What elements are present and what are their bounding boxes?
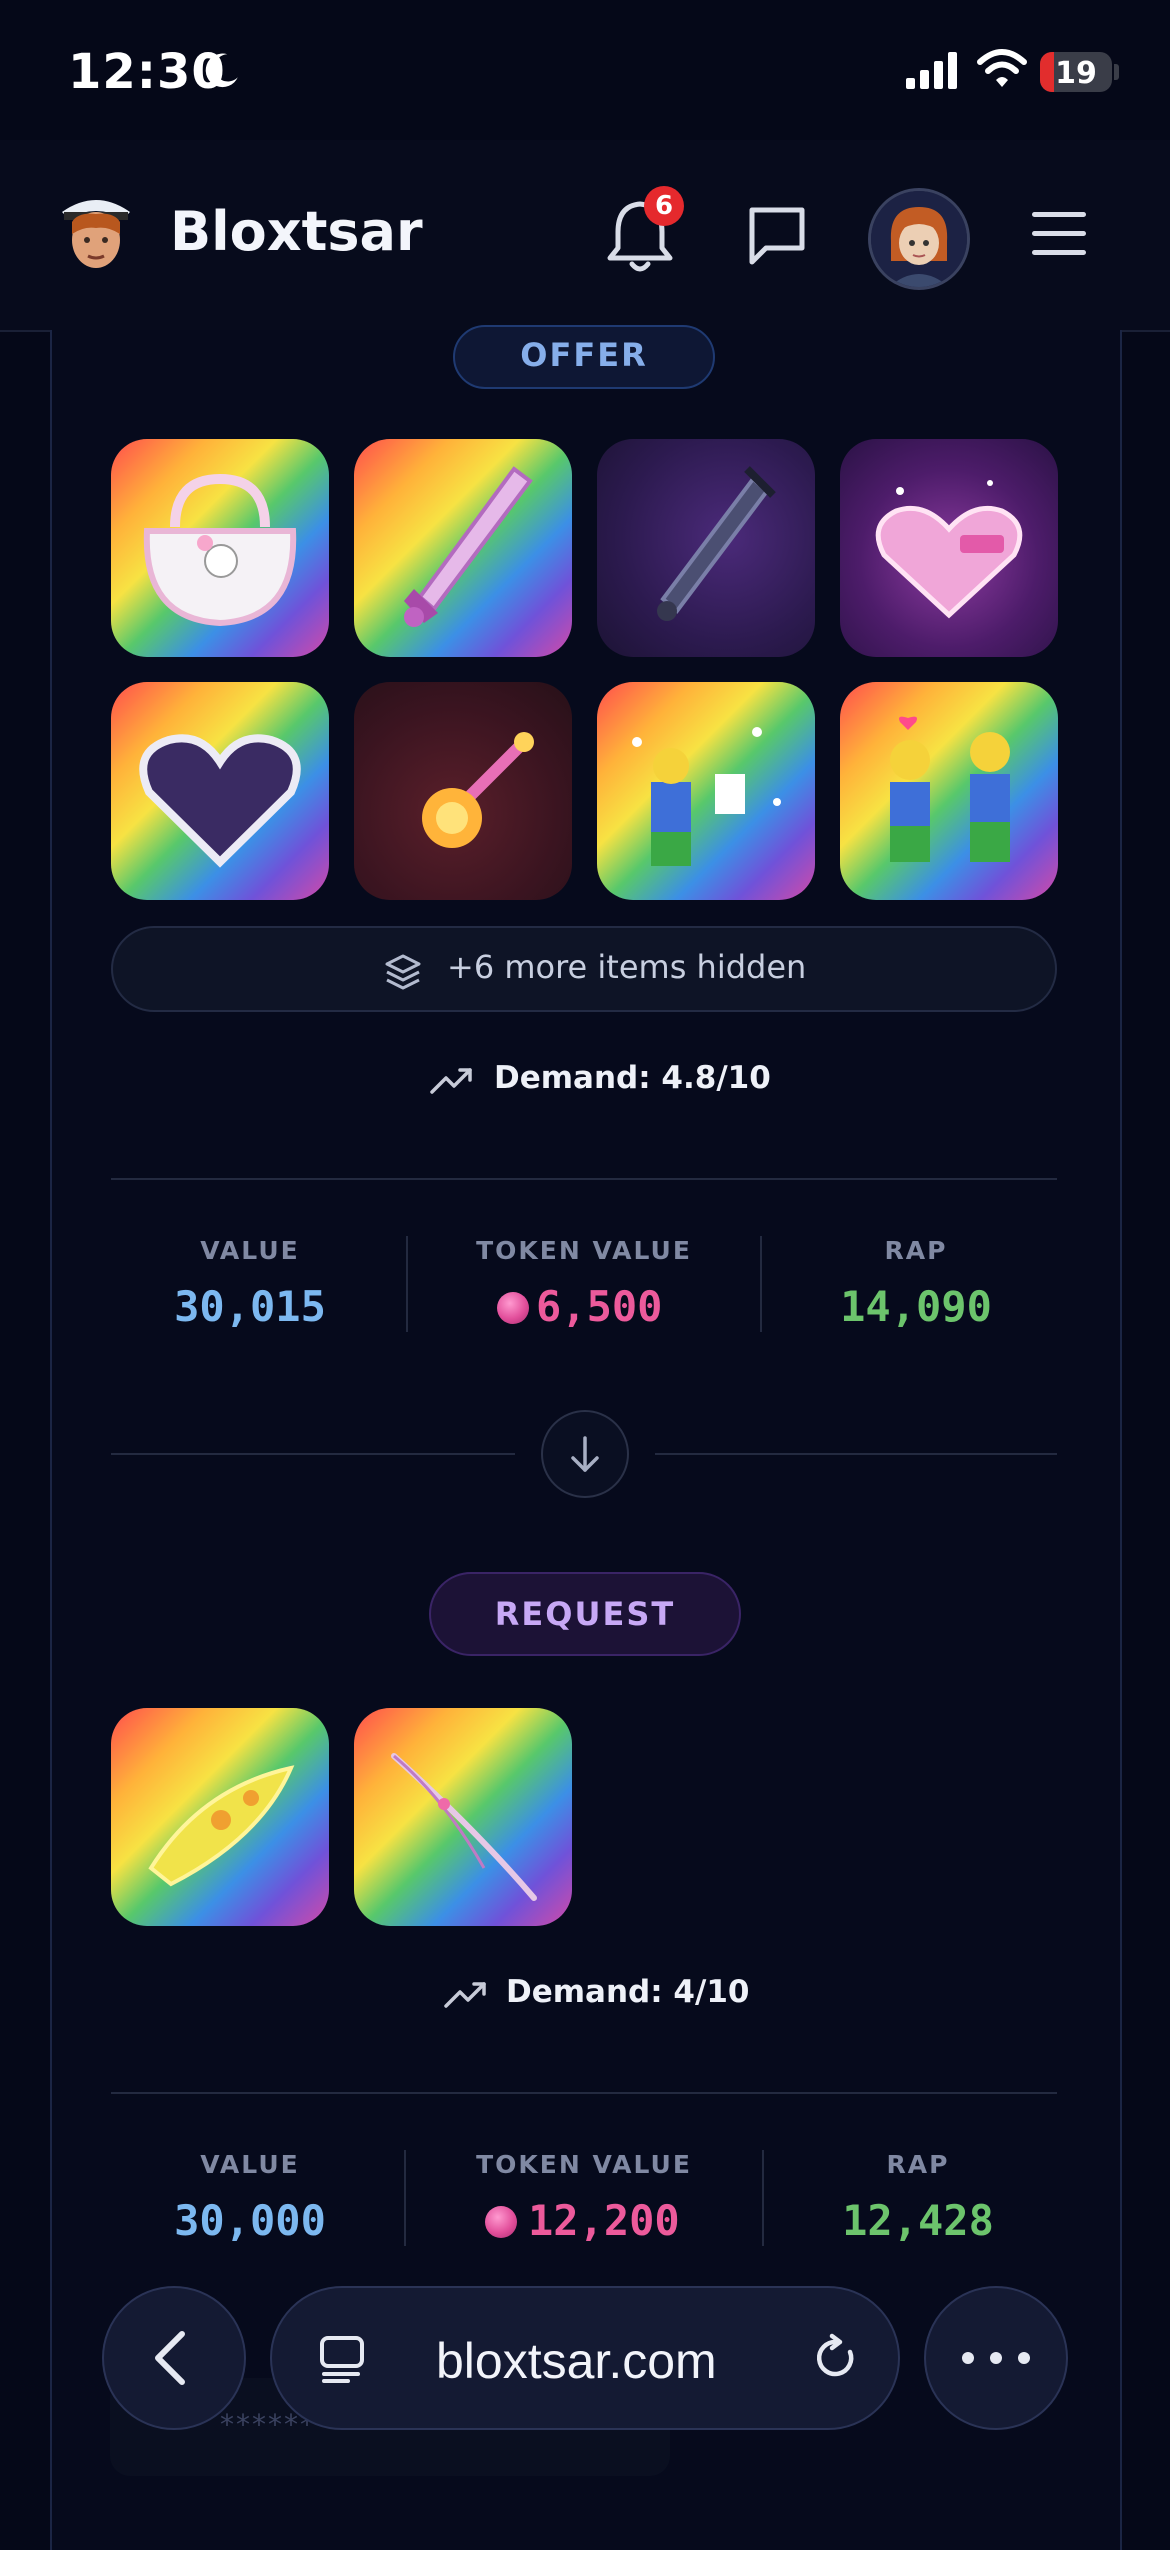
- offer-rap-label: RAP: [884, 1236, 948, 1265]
- request-value-label: VALUE: [200, 2150, 300, 2179]
- more-items-text: +6 more items hidden: [447, 948, 807, 986]
- request-token-value-label: TOKEN VALUE: [476, 2150, 692, 2179]
- divider: [111, 1178, 1057, 1180]
- status-bar: 12:30 19: [0, 0, 1170, 140]
- back-button[interactable]: [102, 2286, 246, 2430]
- trending-up-icon: [444, 1982, 486, 2008]
- stat-separator: [404, 2150, 406, 2246]
- stat-separator: [762, 2150, 764, 2246]
- divider: [111, 2092, 1057, 2094]
- offer-item-confetti-emote[interactable]: [597, 682, 815, 900]
- divider: [111, 1453, 515, 1455]
- profile-avatar[interactable]: [868, 188, 970, 290]
- heart-box-icon: [875, 480, 1023, 619]
- request-item-pink-scythe[interactable]: [354, 1708, 572, 1926]
- offer-rap: 14,090: [840, 1282, 992, 1331]
- purse-icon: [143, 473, 297, 627]
- offer-item-love-emote[interactable]: [840, 682, 1058, 900]
- brand-name[interactable]: Bloxtsar: [170, 200, 423, 263]
- request-demand: Demand: 4/10: [506, 1974, 750, 2010]
- scythe-icon: [391, 1753, 537, 1901]
- sword-icon: [404, 466, 533, 627]
- arrow-down-icon: [571, 1436, 599, 1472]
- battery-icon: 19: [1040, 52, 1112, 92]
- address-bar[interactable]: bloxtsar.com: [270, 2286, 900, 2430]
- request-token-value: 12,200: [528, 2196, 680, 2245]
- offer-item-juicy-heart-box[interactable]: [840, 439, 1058, 657]
- notification-badge: 6: [644, 186, 684, 226]
- offer-item-dark-heart[interactable]: [111, 682, 329, 900]
- heart-icon: [139, 734, 301, 868]
- moon-icon: [205, 53, 238, 88]
- offer-token-value: 6,500: [536, 1282, 663, 1331]
- signal-icon: [906, 52, 957, 89]
- stat-separator: [760, 1236, 762, 1332]
- request-rap: 12,428: [842, 2196, 994, 2245]
- chat-icon[interactable]: [746, 204, 808, 266]
- offer-value: 30,015: [174, 1282, 326, 1331]
- avatar-face-icon: [871, 191, 967, 287]
- token-icon: [485, 2206, 517, 2238]
- battery-text: 19: [1055, 56, 1097, 91]
- tabs-icon[interactable]: [318, 2334, 368, 2384]
- back-icon: [155, 2331, 185, 2385]
- request-value: 30,000: [174, 2196, 326, 2245]
- more-button[interactable]: [924, 2286, 1068, 2430]
- divider: [655, 1453, 1057, 1455]
- offer-demand: Demand: 4.8/10: [494, 1060, 771, 1096]
- request-label: REQUEST: [429, 1572, 741, 1656]
- offer-item-dark-chain-sword[interactable]: [597, 439, 815, 657]
- love-emote-icon: [890, 716, 1010, 862]
- wifi-icon: [977, 49, 1027, 87]
- swap-arrow-button[interactable]: [541, 1410, 629, 1498]
- offer-label: OFFER: [453, 325, 715, 389]
- url-text: bloxtsar.com: [436, 2333, 717, 2389]
- offer-token-value-label: TOKEN VALUE: [476, 1236, 692, 1265]
- token-icon: [497, 1292, 529, 1324]
- site-header: Bloxtsar 6: [0, 140, 1170, 332]
- battery-nub: [1114, 64, 1119, 80]
- more-items-hidden-button[interactable]: +6 more items hidden: [111, 926, 1057, 1012]
- dark-sword-icon: [657, 466, 776, 621]
- wand-icon: [422, 732, 534, 848]
- request-item-yellow-surfboard[interactable]: [111, 1708, 329, 1926]
- stat-separator: [406, 1236, 408, 1332]
- reload-icon[interactable]: [810, 2332, 862, 2384]
- request-rap-label: RAP: [886, 2150, 950, 2179]
- offer-item-fire-wand[interactable]: [354, 682, 572, 900]
- surfboard-icon: [148, 1765, 295, 1887]
- brand-logo-avatar[interactable]: [48, 182, 144, 278]
- menu-icon[interactable]: [1030, 208, 1088, 260]
- more-icon: [962, 2352, 1030, 2364]
- trending-up-icon: [430, 1068, 472, 1094]
- confetti-emote-icon: [632, 727, 781, 866]
- layers-icon: [385, 954, 421, 990]
- offer-label-text: OFFER: [520, 336, 648, 374]
- offer-item-hello-kitty-purse[interactable]: [111, 439, 329, 657]
- offer-value-label: VALUE: [200, 1236, 300, 1265]
- offer-item-pink-crystal-sword[interactable]: [354, 439, 572, 657]
